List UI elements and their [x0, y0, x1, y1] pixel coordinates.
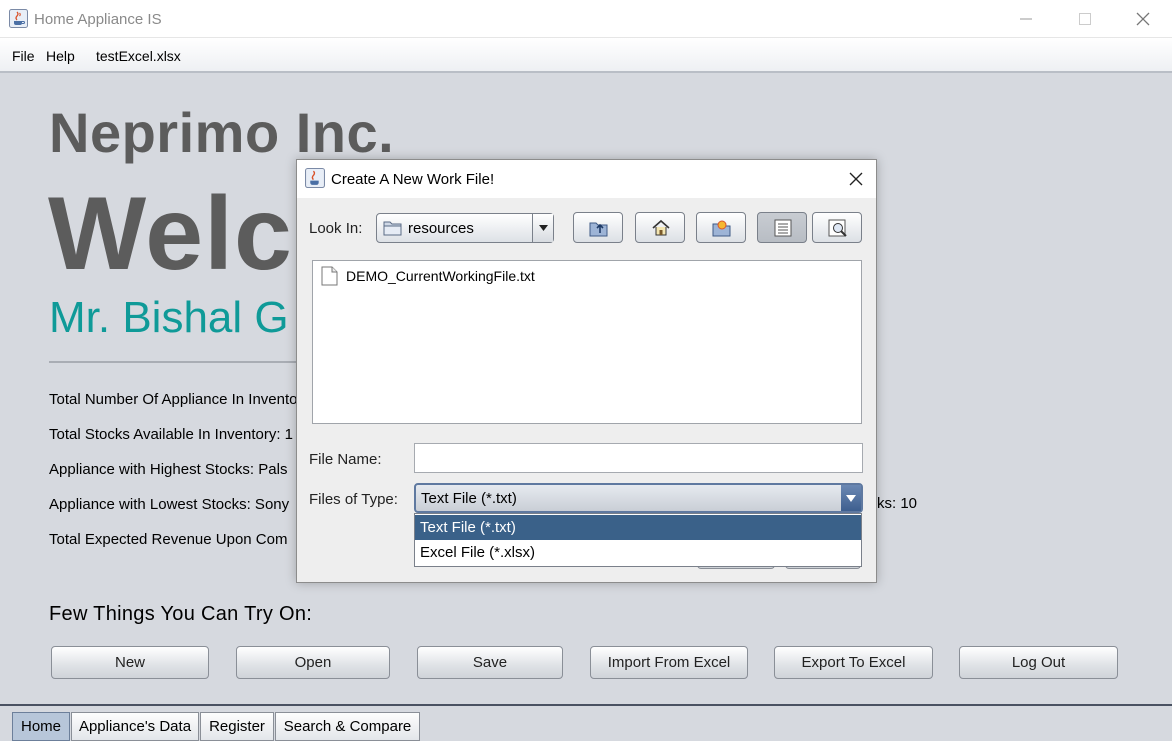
new-folder-icon	[712, 220, 731, 237]
look-in-combo[interactable]: resources	[376, 213, 554, 243]
new-folder-button[interactable]	[696, 212, 746, 243]
details-view-icon	[828, 219, 847, 237]
close-icon	[1136, 12, 1150, 26]
file-list[interactable]: DEMO_CurrentWorkingFile.txt	[312, 260, 862, 424]
minimize-icon	[1020, 18, 1032, 20]
file-name-input[interactable]	[414, 443, 863, 473]
company-name: Neprimo Inc.	[49, 101, 395, 164]
log-out-button[interactable]: Log Out	[959, 646, 1118, 679]
current-file-label: testExcel.xlsx	[96, 48, 181, 64]
files-of-type-dropdown-arrow[interactable]	[841, 485, 861, 511]
stat-total-appliances: Total Number Of Appliance In Invento	[49, 391, 298, 408]
stat-lowest-stocks-count: ks: 10	[877, 495, 918, 512]
stat-expected-revenue: Total Expected Revenue Upon Com	[49, 531, 288, 548]
list-view-button[interactable]	[757, 212, 807, 243]
up-folder-icon	[589, 222, 608, 237]
java-app-icon	[9, 9, 28, 28]
file-name-label: File Name:	[309, 451, 382, 468]
maximize-icon	[1079, 13, 1091, 25]
type-option-xlsx[interactable]: Excel File (*.xlsx)	[415, 540, 861, 565]
minimize-button[interactable]	[997, 0, 1055, 38]
home-icon	[652, 219, 670, 236]
tab-register[interactable]: Register	[200, 712, 274, 741]
new-button[interactable]: New	[51, 646, 209, 679]
window-titlebar: Home Appliance IS	[0, 0, 1172, 38]
file-icon	[321, 266, 338, 286]
files-of-type-combo[interactable]: Text File (*.txt)	[414, 483, 863, 513]
files-of-type-dropdown: Text File (*.txt) Excel File (*.xlsx)	[414, 513, 862, 567]
save-button[interactable]: Save	[417, 646, 563, 679]
chevron-down-icon	[539, 225, 548, 231]
details-view-button[interactable]	[812, 212, 862, 243]
try-heading: Few Things You Can Try On:	[49, 603, 313, 625]
dialog-close-icon[interactable]	[846, 169, 866, 189]
type-option-txt[interactable]: Text File (*.txt)	[415, 515, 861, 540]
stat-total-stocks: Total Stocks Available In Inventory: 1	[49, 426, 294, 443]
up-folder-button[interactable]	[573, 212, 623, 243]
files-of-type-value: Text File (*.txt)	[421, 490, 517, 507]
list-view-icon	[774, 219, 792, 237]
menu-file[interactable]: File	[12, 48, 35, 64]
menubar: File Help testExcel.xlsx	[0, 38, 1172, 73]
dialog-titlebar: Create A New Work File!	[297, 160, 876, 198]
java-app-icon	[305, 168, 325, 188]
export-to-excel-button[interactable]: Export To Excel	[774, 646, 933, 679]
maximize-button[interactable]	[1056, 0, 1114, 38]
dialog-title: Create A New Work File!	[331, 171, 495, 188]
tab-home[interactable]: Home	[12, 712, 70, 741]
chevron-down-icon	[846, 495, 856, 502]
create-file-dialog: Create A New Work File! Look In: resourc…	[296, 159, 877, 583]
tab-appliances-data[interactable]: Appliance's Data	[71, 712, 199, 741]
tab-search-compare[interactable]: Search & Compare	[275, 712, 420, 741]
user-name: Mr. Bishal G	[49, 293, 289, 342]
import-from-excel-button[interactable]: Import From Excel	[590, 646, 748, 679]
stat-lowest-stocks: Appliance with Lowest Stocks: Sony	[49, 496, 290, 513]
window-title: Home Appliance IS	[34, 11, 162, 28]
look-in-label: Look In:	[309, 220, 363, 237]
menu-help[interactable]: Help	[46, 48, 75, 64]
folder-icon	[383, 221, 402, 236]
file-name: DEMO_CurrentWorkingFile.txt	[346, 268, 535, 284]
home-folder-button[interactable]	[635, 212, 685, 243]
stat-highest-stocks: Appliance with Highest Stocks: Pals	[49, 461, 288, 478]
close-window-button[interactable]	[1114, 0, 1172, 38]
look-in-value: resources	[408, 220, 474, 237]
look-in-dropdown-arrow[interactable]	[532, 214, 553, 242]
files-of-type-label: Files of Type:	[309, 491, 398, 508]
file-item[interactable]: DEMO_CurrentWorkingFile.txt	[321, 266, 535, 286]
tab-bar: Home Appliance's Data Register Search & …	[0, 704, 1172, 741]
open-button[interactable]: Open	[236, 646, 390, 679]
